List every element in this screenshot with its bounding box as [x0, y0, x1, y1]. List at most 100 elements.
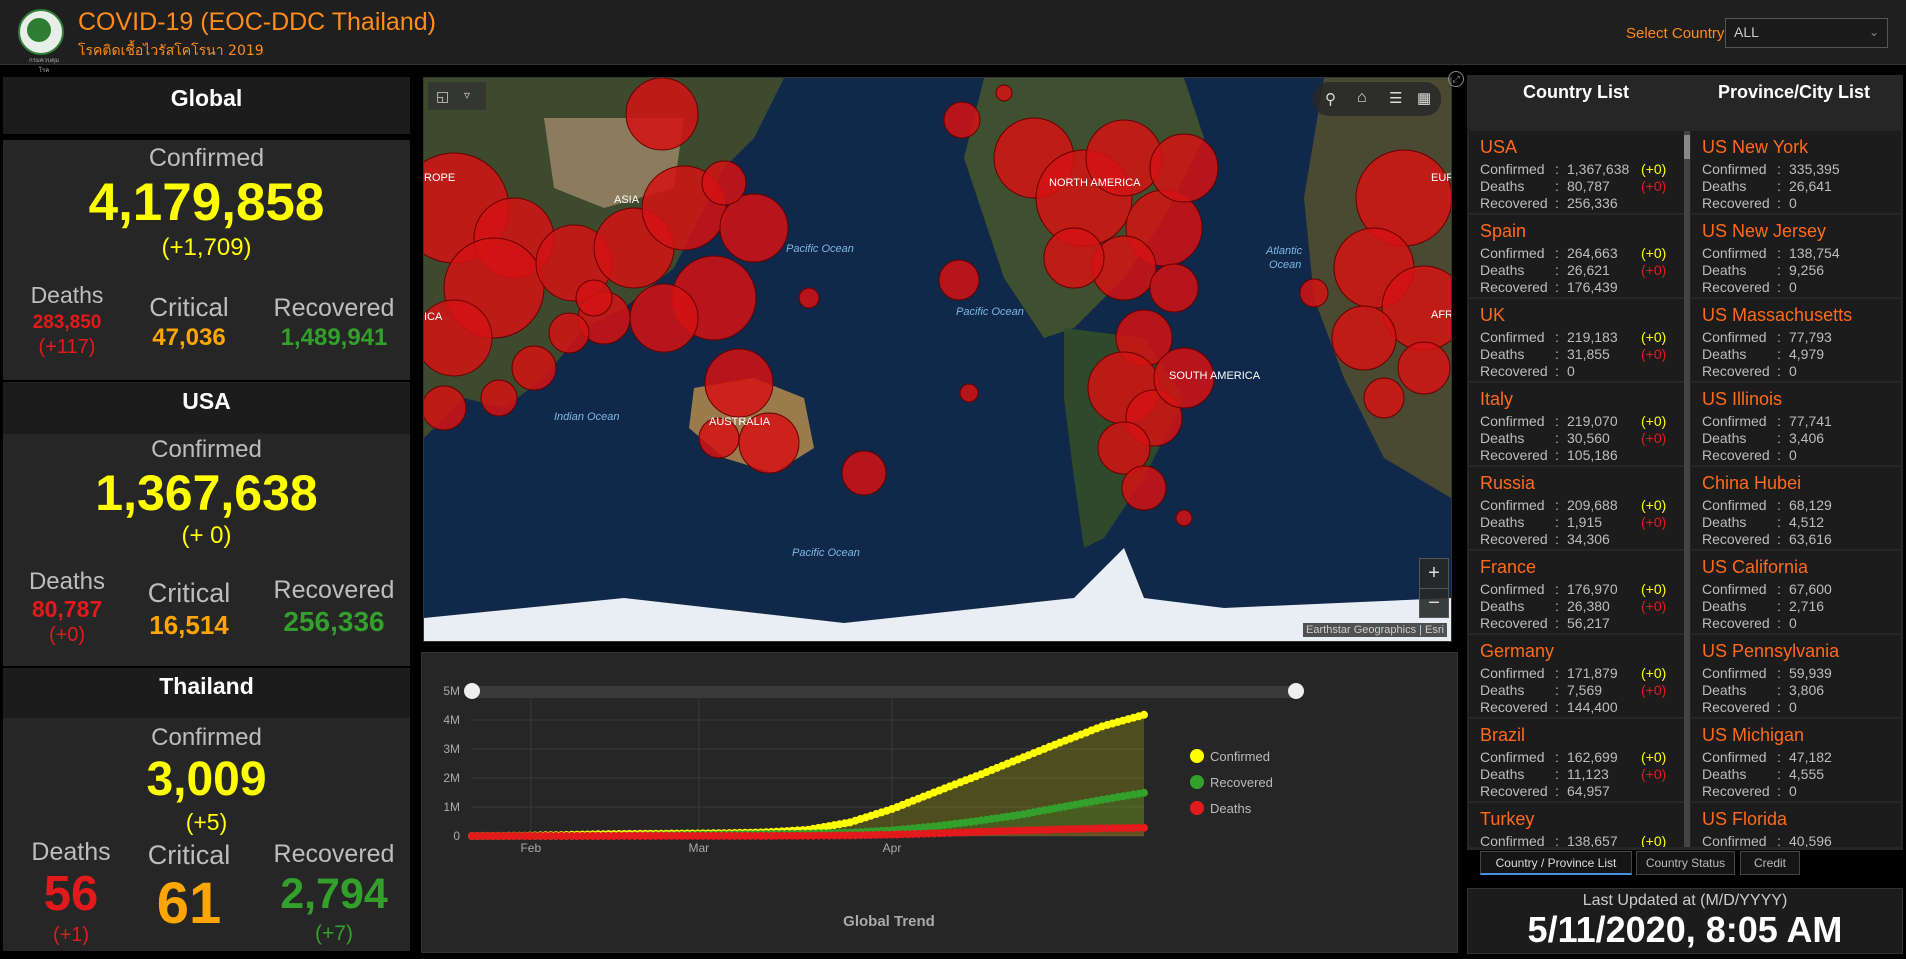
select-country-dropdown[interactable]: ALL ⌄ [1725, 18, 1888, 48]
country-deaths: 26,380 [1567, 598, 1610, 614]
separator: : [1777, 581, 1781, 597]
usa-deaths-value: 80,787 [31, 596, 103, 622]
usa-recovered-label: Recovered [273, 576, 395, 604]
province-card[interactable]: US Michigan Confirmed:47,182 Deaths:4,555 R… [1691, 719, 1901, 801]
province-deaths: 4,512 [1789, 514, 1825, 530]
country-list[interactable]: USA Confirmed:1,367,638 (+0) Deaths:80,787(… [1467, 131, 1685, 847]
last-updated-value: 5/11/2020, 8:05 AM [1527, 909, 1843, 950]
legend-label[interactable]: Confirmed [1210, 749, 1270, 764]
country-deaths-delta: (+0) [1641, 346, 1667, 362]
separator: : [1777, 413, 1781, 429]
country-card[interactable]: Russia Confirmed:209,688 (+0) Deaths:1,915(… [1469, 467, 1685, 549]
province-deaths: 4,979 [1789, 346, 1825, 362]
separator: : [1777, 682, 1781, 698]
basemap-gallery-icon[interactable]: ▦ [1417, 89, 1431, 107]
map-label-atlantic-2: Ocean [1269, 259, 1301, 271]
thailand-confirmed-value: 3,009 [146, 753, 267, 806]
usa-recovered-value: 256,336 [283, 606, 385, 637]
expand-icon[interactable]: ⤢ [1448, 71, 1464, 87]
y-tick-label: 0 [453, 829, 460, 843]
thailand-confirmed-delta: (+5) [185, 809, 228, 835]
tab-country-province-list[interactable]: Country / Province List [1480, 851, 1632, 875]
select-tool-icon[interactable]: ◱ [436, 88, 449, 105]
separator: : [1555, 766, 1559, 782]
global-recovered-label: Recovered [273, 294, 395, 322]
province-card[interactable]: US Illinois Confirmed:77,741 Deaths:3,406 R… [1691, 383, 1901, 465]
province-card[interactable]: US Pennsylvania Confirmed:59,939 Deaths:3,… [1691, 635, 1901, 717]
chevron-down-icon: ⌄ [1868, 25, 1879, 39]
country-deaths: 31,855 [1567, 346, 1610, 362]
time-range-track[interactable] [472, 686, 1296, 698]
confirmed-label: Confirmed [1480, 833, 1545, 847]
deaths-label: Deaths [1480, 346, 1525, 362]
province-recovered: 0 [1789, 699, 1797, 715]
usa-confirmed-label: Confirmed [151, 436, 262, 463]
country-list-scrollbar[interactable] [1684, 131, 1690, 847]
separator: : [1777, 447, 1781, 463]
country-recovered: 56,217 [1567, 615, 1610, 631]
tab-credit[interactable]: Credit [1740, 851, 1800, 875]
country-card[interactable]: USA Confirmed:1,367,638 (+0) Deaths:80,787(… [1469, 131, 1685, 213]
country-card[interactable]: TurkeyConfirmed:138,657(+0)Deaths:Recove… [1469, 803, 1685, 847]
range-end-handle[interactable] [1288, 683, 1304, 699]
recovered-label: Recovered [1480, 531, 1548, 547]
separator: : [1777, 262, 1781, 278]
country-recovered: 105,186 [1567, 447, 1618, 463]
deaths-label: Deaths [1702, 430, 1747, 446]
country-card[interactable]: Brazil Confirmed:162,699 (+0) Deaths:11,123… [1469, 719, 1685, 801]
last-updated-panel: Last Updated at (M/D/YYYY) 5/11/2020, 8:… [1467, 888, 1903, 954]
tab-country-status[interactable]: Country Status [1636, 851, 1735, 875]
country-confirmed-delta: (+0) [1641, 497, 1667, 513]
confirmed-label: Confirmed [1480, 497, 1545, 513]
country-card[interactable]: Italy Confirmed:219,070 (+0) Deaths:30,560(… [1469, 383, 1685, 465]
data-point-recovered[interactable] [1140, 788, 1148, 797]
province-card[interactable]: US New York Confirmed:335,395 Deaths:26,64… [1691, 131, 1901, 213]
country-recovered: 176,439 [1567, 279, 1618, 295]
global-confirmed-delta: (+1,709) [161, 234, 252, 261]
province-city: Illinois [1732, 389, 1783, 409]
country-name: UK [1480, 305, 1506, 325]
province-country: US [1702, 641, 1728, 661]
country-card[interactable]: Spain Confirmed:264,663 (+0) Deaths:26,621(… [1469, 215, 1685, 297]
legend-list-icon[interactable]: ☰ [1389, 89, 1402, 107]
data-point-confirmed[interactable] [1140, 710, 1148, 719]
province-name: US Michigan [1702, 725, 1804, 746]
range-start-handle[interactable] [464, 683, 480, 699]
province-card[interactable]: US FloridaConfirmed:40,596Deaths:Recover… [1691, 803, 1901, 847]
data-point-deaths[interactable] [1140, 823, 1148, 832]
global-confirmed-label: Confirmed [148, 144, 265, 172]
province-country: China [1702, 473, 1750, 493]
province-card[interactable]: US New Jersey Confirmed:138,754 Deaths:9,2… [1691, 215, 1901, 297]
legend-label[interactable]: Recovered [1210, 775, 1273, 790]
usa-critical-label: Critical [147, 578, 231, 608]
province-country: US [1702, 137, 1728, 157]
recovered-label: Recovered [1480, 363, 1548, 379]
home-icon[interactable]: ⌂ [1357, 89, 1367, 107]
world-map[interactable]: ASIA NORTH AMERICA SOUTH AMERICA AUSTRAL… [423, 77, 1452, 642]
confirmed-label: Confirmed [1480, 245, 1545, 261]
ddc-logo: กรมควบคุมโรค [18, 9, 64, 74]
separator: : [1555, 329, 1559, 345]
separator: : [1555, 413, 1559, 429]
province-list[interactable]: US New York Confirmed:335,395 Deaths:26,64… [1691, 131, 1903, 847]
thailand-recovered-delta: (+7) [315, 922, 353, 945]
thailand-confirmed-label: Confirmed [151, 724, 262, 751]
separator: : [1555, 279, 1559, 295]
caret-down-icon[interactable]: ▿ [464, 88, 470, 102]
separator: : [1555, 665, 1559, 681]
legend-label[interactable]: Deaths [1210, 801, 1252, 816]
country-card[interactable]: Germany Confirmed:171,879 (+0) Deaths:7,569… [1469, 635, 1685, 717]
recovered-label: Recovered [1702, 615, 1770, 631]
province-card[interactable]: US Massachusetts Confirmed:77,793 Deaths:4… [1691, 299, 1901, 381]
country-deaths-delta: (+0) [1641, 430, 1667, 446]
logo-caption: กรมควบคุมโรค [29, 57, 59, 74]
country-card[interactable]: UK Confirmed:219,183 (+0) Deaths:31,855 (+0)… [1469, 299, 1685, 381]
confirmed-label: Confirmed [1702, 413, 1767, 429]
search-icon[interactable]: ⚲ [1325, 90, 1336, 108]
province-card[interactable]: US California Confirmed:67,600 Deaths:2,71… [1691, 551, 1901, 633]
zoom-in-button[interactable]: + [1420, 559, 1448, 587]
zoom-out-button[interactable]: − [1420, 588, 1448, 617]
country-card[interactable]: France Confirmed:176,970 (+0) Deaths:26,380… [1469, 551, 1685, 633]
deaths-label: Deaths [1480, 766, 1525, 782]
province-card[interactable]: China Hubei Confirmed:68,129 Deaths:4,512 R… [1691, 467, 1901, 549]
